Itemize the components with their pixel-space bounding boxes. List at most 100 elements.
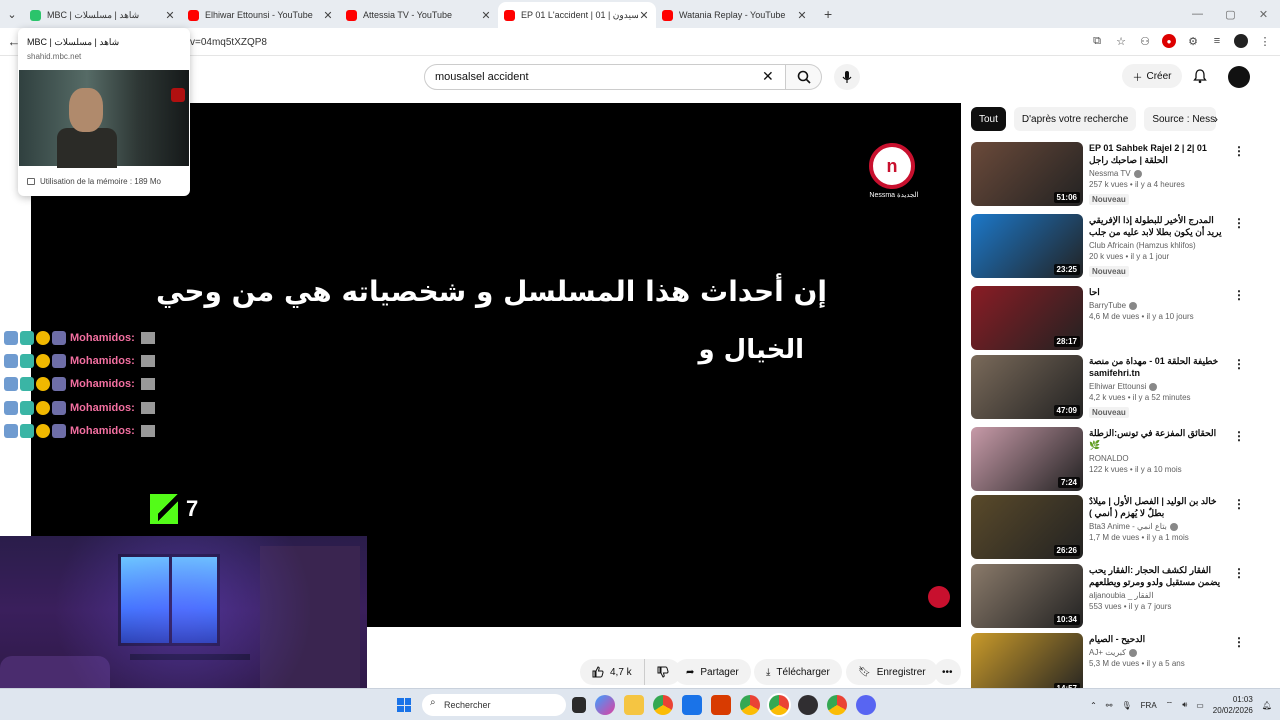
close-window-button[interactable]: ✕	[1247, 8, 1280, 21]
recommendation-item[interactable]: 47:09 خطيفة الحلقة 01 - مهداة من منصة sam…	[971, 355, 1251, 419]
more-actions-button[interactable]: •••	[934, 659, 961, 685]
channel-name[interactable]: Bta3 Anime - بتاع انمي	[1089, 522, 1167, 531]
extension-icon[interactable]: ⚇	[1138, 34, 1152, 48]
share-button[interactable]: ➦ Partager	[674, 659, 751, 685]
more-vertical-icon[interactable]: ⋮	[1233, 216, 1245, 230]
store-icon[interactable]	[682, 695, 702, 715]
channel-name[interactable]: BarryTube	[1089, 301, 1126, 310]
taskbar-search-input[interactable]: Rechercher	[422, 694, 566, 716]
video-thumbnail[interactable]: 51:06	[971, 142, 1083, 206]
video-thumbnail[interactable]: 23:25	[971, 214, 1083, 278]
more-vertical-icon[interactable]: ⋮	[1233, 635, 1245, 649]
notification-center-icon[interactable]: 🔔︎	[1262, 701, 1272, 710]
video-thumbnail[interactable]: 26:26	[971, 495, 1083, 559]
chip-source[interactable]: Source : Nessma	[1144, 107, 1217, 131]
video-thumbnail[interactable]: 7:24	[971, 427, 1083, 491]
clear-search-icon[interactable]: ✕	[762, 68, 774, 85]
battery-icon[interactable]: ▭	[1196, 701, 1204, 710]
recommendation-item[interactable]: 10:34 الفقار لكشف الحجار :الفقار يحب يضمن…	[971, 564, 1251, 628]
office-icon[interactable]	[711, 695, 731, 715]
install-app-icon[interactable]: ⧉	[1090, 34, 1104, 48]
voice-search-button[interactable]	[834, 64, 860, 90]
obs-icon[interactable]	[798, 695, 818, 715]
more-vertical-icon[interactable]: ⋮	[1233, 144, 1245, 158]
video-title[interactable]: EP 01 Sahbek Rajel 2 | 2| 01 الحلقة | صا…	[1089, 142, 1229, 166]
discord-icon[interactable]	[856, 695, 876, 715]
channel-name[interactable]: Elhiwar Ettounsi	[1089, 382, 1146, 391]
puzzle-icon[interactable]: ⚙	[1186, 34, 1200, 48]
close-icon[interactable]: ✕	[164, 9, 176, 22]
network-icon[interactable]: ⚯	[1106, 701, 1113, 710]
more-vertical-icon[interactable]: ⋮	[1233, 497, 1245, 511]
browser-tab-elhiwar[interactable]: Elhiwar Ettounsi - YouTube ✕	[182, 2, 340, 28]
record-extension-icon[interactable]: ●	[1162, 34, 1176, 48]
video-title[interactable]: الدحيح - الصيام	[1089, 633, 1229, 645]
media-control-icon[interactable]: ≡	[1210, 34, 1224, 48]
minimize-button[interactable]: —	[1181, 8, 1214, 20]
video-title[interactable]: المدرج الأخير للبطولة إذا الإفريقي يريد …	[1089, 214, 1229, 238]
chip-related[interactable]: D'après votre recherche	[1013, 107, 1137, 131]
chip-all[interactable]: Tout	[971, 107, 1006, 131]
chevron-right-icon[interactable]: ›	[1214, 112, 1218, 126]
browser-tab-attessia[interactable]: Attessia TV - YouTube ✕	[340, 2, 498, 28]
chrome-icon[interactable]	[653, 695, 673, 715]
chrome-alt-icon[interactable]	[827, 695, 847, 715]
language-indicator[interactable]: FRA	[1141, 701, 1157, 710]
recommendation-item[interactable]: 28:17 احا BarryTube 4,6 M de vues • il y a …	[971, 286, 1251, 350]
url-text[interactable]: v=04mq5tXZQP8	[190, 37, 267, 48]
save-button[interactable]: 🔖︎ Enregistrer	[846, 659, 938, 685]
close-icon[interactable]: ✕	[322, 9, 334, 22]
video-title[interactable]: الفقار لكشف الحجار :الفقار يحب يضمن مستق…	[1089, 564, 1229, 588]
wifi-icon[interactable]: ⌔	[1166, 700, 1174, 710]
channel-name[interactable]: aljanoubia _ الفقار	[1089, 591, 1153, 600]
browser-tab-accident[interactable]: EP 01 L'accident | الأكسيدون | 01 | ✕	[498, 2, 656, 28]
account-avatar[interactable]	[1228, 66, 1250, 88]
recommendation-item[interactable]: 23:25 المدرج الأخير للبطولة إذا الإفريقي …	[971, 214, 1251, 278]
download-button[interactable]: ⤓ Télécharger	[754, 659, 842, 685]
channel-name[interactable]: AJ+ كبريت	[1089, 648, 1126, 657]
search-input[interactable]: mousalsel accident	[424, 64, 786, 90]
bookmark-star-icon[interactable]: ☆	[1114, 34, 1128, 48]
file-explorer-icon[interactable]	[624, 695, 644, 715]
recommendation-item[interactable]: 51:06 EP 01 Sahbek Rajel 2 | 2| 01 الحلقة…	[971, 142, 1251, 206]
like-button[interactable]: 4,7 k	[580, 659, 645, 685]
video-title[interactable]: الحقائق المفزعة في تونس:الزطلة 🌿	[1089, 427, 1229, 451]
maximize-button[interactable]: ▢	[1214, 8, 1247, 21]
copilot-icon[interactable]	[595, 695, 615, 715]
video-title[interactable]: خطيفة الحلقة 01 - مهداة من منصة samifehr…	[1089, 355, 1229, 379]
chevron-up-icon[interactable]: ⌃	[1090, 701, 1097, 710]
clock[interactable]: 01:03 20/02/2026	[1213, 694, 1253, 716]
video-thumbnail[interactable]: 10:34	[971, 564, 1083, 628]
video-title[interactable]: احا	[1089, 286, 1229, 298]
new-tab-button[interactable]: +	[824, 6, 832, 22]
channel-name[interactable]: RONALDO	[1089, 454, 1129, 463]
volume-icon[interactable]: 🔊︎	[1182, 700, 1187, 710]
task-view-icon[interactable]	[572, 697, 586, 713]
more-vertical-icon[interactable]: ⋮	[1233, 566, 1245, 580]
tab-search-chevron-icon[interactable]: ⌄	[0, 0, 24, 28]
recommendation-item[interactable]: 26:26 خالد بن الوليد | الفصل الأول | ميلا…	[971, 495, 1251, 559]
profile-avatar-icon[interactable]	[1234, 34, 1248, 48]
video-thumbnail[interactable]: 28:17	[971, 286, 1083, 350]
close-icon[interactable]: ✕	[480, 9, 492, 22]
notifications-bell-icon[interactable]	[1192, 68, 1208, 84]
close-icon[interactable]: ✕	[796, 9, 808, 22]
video-title[interactable]: خالد بن الوليد | الفصل الأول | ميلادٌ بط…	[1089, 495, 1229, 519]
windows-start-icon[interactable]	[397, 698, 411, 712]
more-vertical-icon[interactable]: ⋮	[1233, 357, 1245, 371]
channel-name[interactable]: Club Africain (Hamzus khlifos)	[1089, 241, 1196, 250]
more-vertical-icon[interactable]: ⋮	[1233, 429, 1245, 443]
video-thumbnail[interactable]: 47:09	[971, 355, 1083, 419]
browser-tab-watania[interactable]: Watania Replay - YouTube ✕	[656, 2, 814, 28]
recommendation-item[interactable]: 7:24 الحقائق المفزعة في تونس:الزطلة 🌿 RONA…	[971, 427, 1251, 491]
create-button[interactable]: ＋ Créer	[1122, 64, 1182, 88]
kebab-menu-icon[interactable]: ⋮	[1258, 34, 1272, 48]
more-vertical-icon[interactable]: ⋮	[1233, 288, 1245, 302]
search-button[interactable]	[786, 64, 822, 90]
close-icon[interactable]: ✕	[638, 9, 650, 22]
microphone-icon[interactable]: 🎙︎	[1122, 701, 1132, 710]
chrome-active-icon[interactable]	[769, 695, 789, 715]
channel-name[interactable]: Nessma TV	[1089, 169, 1131, 178]
chrome-profile-icon[interactable]	[740, 695, 760, 715]
browser-tab-mbc[interactable]: MBC | شاهد | مسلسلات ✕	[24, 2, 182, 28]
